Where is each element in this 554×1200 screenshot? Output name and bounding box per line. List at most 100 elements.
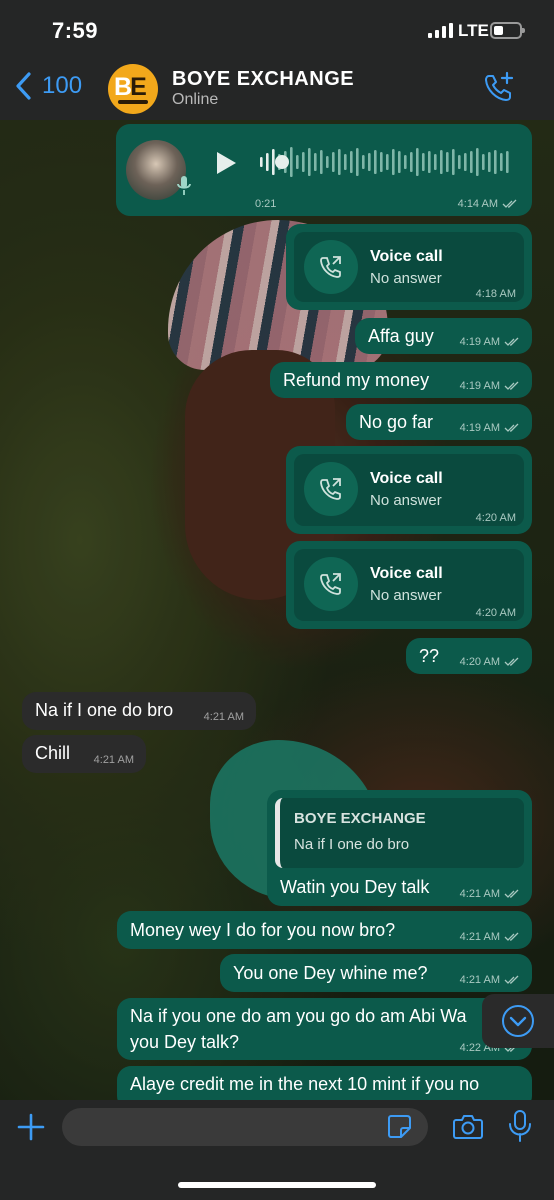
waveform-bar bbox=[290, 147, 293, 177]
outgoing-message[interactable]: Na if you one do am you go do am Abi Wa … bbox=[117, 998, 532, 1060]
message-text: Watin you Dey talk bbox=[280, 877, 430, 897]
chevron-down-icon bbox=[502, 1005, 534, 1037]
reply-message[interactable]: BOYE EXCHANGE Na if I one do bro Watin y… bbox=[267, 790, 532, 906]
waveform-bar bbox=[332, 152, 335, 172]
message-time: 4:19 AM bbox=[459, 380, 500, 392]
message-time: 4:19 AM bbox=[459, 422, 500, 434]
incoming-message[interactable]: Chill 4:21 AM bbox=[22, 735, 146, 773]
waveform-bar bbox=[260, 157, 263, 167]
waveform-bar bbox=[392, 149, 395, 175]
message-time: 4:20 AM bbox=[459, 656, 500, 668]
message-text: You one Dey whine me? bbox=[233, 963, 428, 983]
voice-waveform[interactable] bbox=[260, 144, 510, 180]
outgoing-message[interactable]: ?? 4:20 AM bbox=[406, 638, 532, 674]
double-check-icon bbox=[504, 975, 519, 984]
message-time: 4:21 AM bbox=[459, 931, 500, 943]
waveform-bar bbox=[440, 150, 443, 174]
waveform-bar bbox=[470, 151, 473, 173]
mic-icon[interactable] bbox=[507, 1109, 533, 1143]
playback-scrubber[interactable] bbox=[275, 155, 289, 169]
battery-icon bbox=[490, 22, 525, 39]
voice-call-message[interactable]: Voice call No answer 4:18 AM bbox=[286, 224, 532, 310]
waveform-bar bbox=[488, 152, 491, 172]
double-check-icon bbox=[504, 381, 519, 390]
waveform-bar bbox=[386, 154, 389, 170]
message-time: 4:20 AM bbox=[475, 512, 516, 524]
waveform-bar bbox=[362, 155, 365, 169]
outgoing-message[interactable]: No go far 4:19 AM bbox=[346, 404, 532, 440]
message-text: No go far bbox=[359, 412, 434, 432]
sticker-icon[interactable] bbox=[386, 1113, 412, 1139]
quoted-message[interactable]: BOYE EXCHANGE Na if I one do bro bbox=[275, 798, 524, 868]
double-check-icon bbox=[504, 889, 519, 898]
outgoing-message[interactable]: Refund my money 4:19 AM bbox=[270, 362, 532, 398]
back-button[interactable]: 100 bbox=[14, 71, 82, 101]
voice-call-message[interactable]: Voice call No answer 4:20 AM bbox=[286, 541, 532, 629]
message-input[interactable] bbox=[62, 1108, 428, 1146]
plus-icon[interactable] bbox=[16, 1112, 46, 1142]
back-count: 100 bbox=[42, 72, 83, 99]
waveform-bar bbox=[422, 153, 425, 171]
waveform-bar bbox=[434, 154, 437, 170]
call-add-icon[interactable] bbox=[482, 70, 516, 104]
outgoing-message[interactable]: Affa guy 4:19 AM bbox=[355, 318, 532, 354]
waveform-bar bbox=[320, 150, 323, 174]
waveform-bar bbox=[368, 153, 371, 171]
message-time: 4:14 AM bbox=[457, 198, 498, 210]
double-check-icon bbox=[504, 657, 519, 666]
signal-icon bbox=[428, 22, 453, 38]
play-icon[interactable] bbox=[214, 150, 238, 176]
waveform-bar bbox=[404, 155, 407, 169]
waveform-bar bbox=[464, 153, 467, 171]
voice-call-message[interactable]: Voice call No answer 4:20 AM bbox=[286, 446, 532, 534]
quoted-sender: BOYE EXCHANGE bbox=[294, 810, 426, 827]
contact-name[interactable]: BOYE EXCHANGE bbox=[172, 68, 354, 91]
camera-icon[interactable] bbox=[452, 1112, 484, 1142]
contact-avatar[interactable]: BE bbox=[108, 64, 158, 114]
waveform-bar bbox=[458, 155, 461, 169]
call-title: Voice call bbox=[370, 248, 443, 265]
message-text: Money wey I do for you now bro? bbox=[130, 920, 396, 940]
incoming-message[interactable]: Na if I one do bro 4:21 AM bbox=[22, 692, 256, 730]
waveform-bar bbox=[452, 149, 455, 175]
waveform-bar bbox=[338, 149, 341, 175]
outgoing-message[interactable]: You one Dey whine me? 4:21 AM bbox=[220, 954, 532, 992]
outgoing-call-icon bbox=[304, 557, 358, 611]
waveform-bar bbox=[500, 153, 503, 171]
contact-status: Online bbox=[172, 91, 219, 108]
call-status: No answer bbox=[370, 587, 442, 604]
double-check-icon bbox=[504, 932, 519, 941]
waveform-bar bbox=[296, 155, 299, 169]
chevron-left-icon bbox=[16, 72, 31, 100]
message-input-bar bbox=[0, 1100, 554, 1200]
status-bar: 7:59 LTE bbox=[0, 0, 554, 58]
outgoing-call-icon bbox=[304, 462, 358, 516]
voice-note-message[interactable]: 0:21 4:14 AM bbox=[116, 124, 532, 216]
waveform-bar bbox=[428, 151, 431, 173]
message-text: Na if you one do am you go do am Abi Wa … bbox=[130, 1006, 467, 1052]
avatar-logo: BE bbox=[114, 73, 147, 101]
waveform-bar bbox=[350, 151, 353, 173]
waveform-bar bbox=[380, 152, 383, 172]
outgoing-call-icon bbox=[304, 240, 358, 294]
outgoing-message[interactable]: Money wey I do for you now bro? 4:21 AM bbox=[117, 911, 532, 949]
mic-icon bbox=[177, 176, 191, 195]
double-check-icon bbox=[504, 337, 519, 346]
waveform-bar bbox=[482, 154, 485, 170]
double-check-icon bbox=[502, 199, 517, 208]
message-time: 4:21 AM bbox=[203, 711, 244, 723]
message-time: 4:20 AM bbox=[475, 607, 516, 619]
waveform-bar bbox=[266, 153, 269, 171]
message-time: 4:18 AM bbox=[475, 288, 516, 300]
scroll-to-bottom-button[interactable] bbox=[482, 994, 554, 1048]
call-title: Voice call bbox=[370, 470, 443, 487]
waveform-bar bbox=[446, 152, 449, 172]
waveform-bar bbox=[476, 148, 479, 176]
network-label: LTE bbox=[458, 21, 489, 40]
waveform-bar bbox=[326, 156, 329, 168]
call-title: Voice call bbox=[370, 565, 443, 582]
waveform-bar bbox=[344, 154, 347, 170]
chat-header: 100 BE BOYE EXCHANGE Online bbox=[0, 58, 554, 120]
message-text: Affa guy bbox=[368, 326, 434, 346]
waveform-bar bbox=[416, 148, 419, 176]
